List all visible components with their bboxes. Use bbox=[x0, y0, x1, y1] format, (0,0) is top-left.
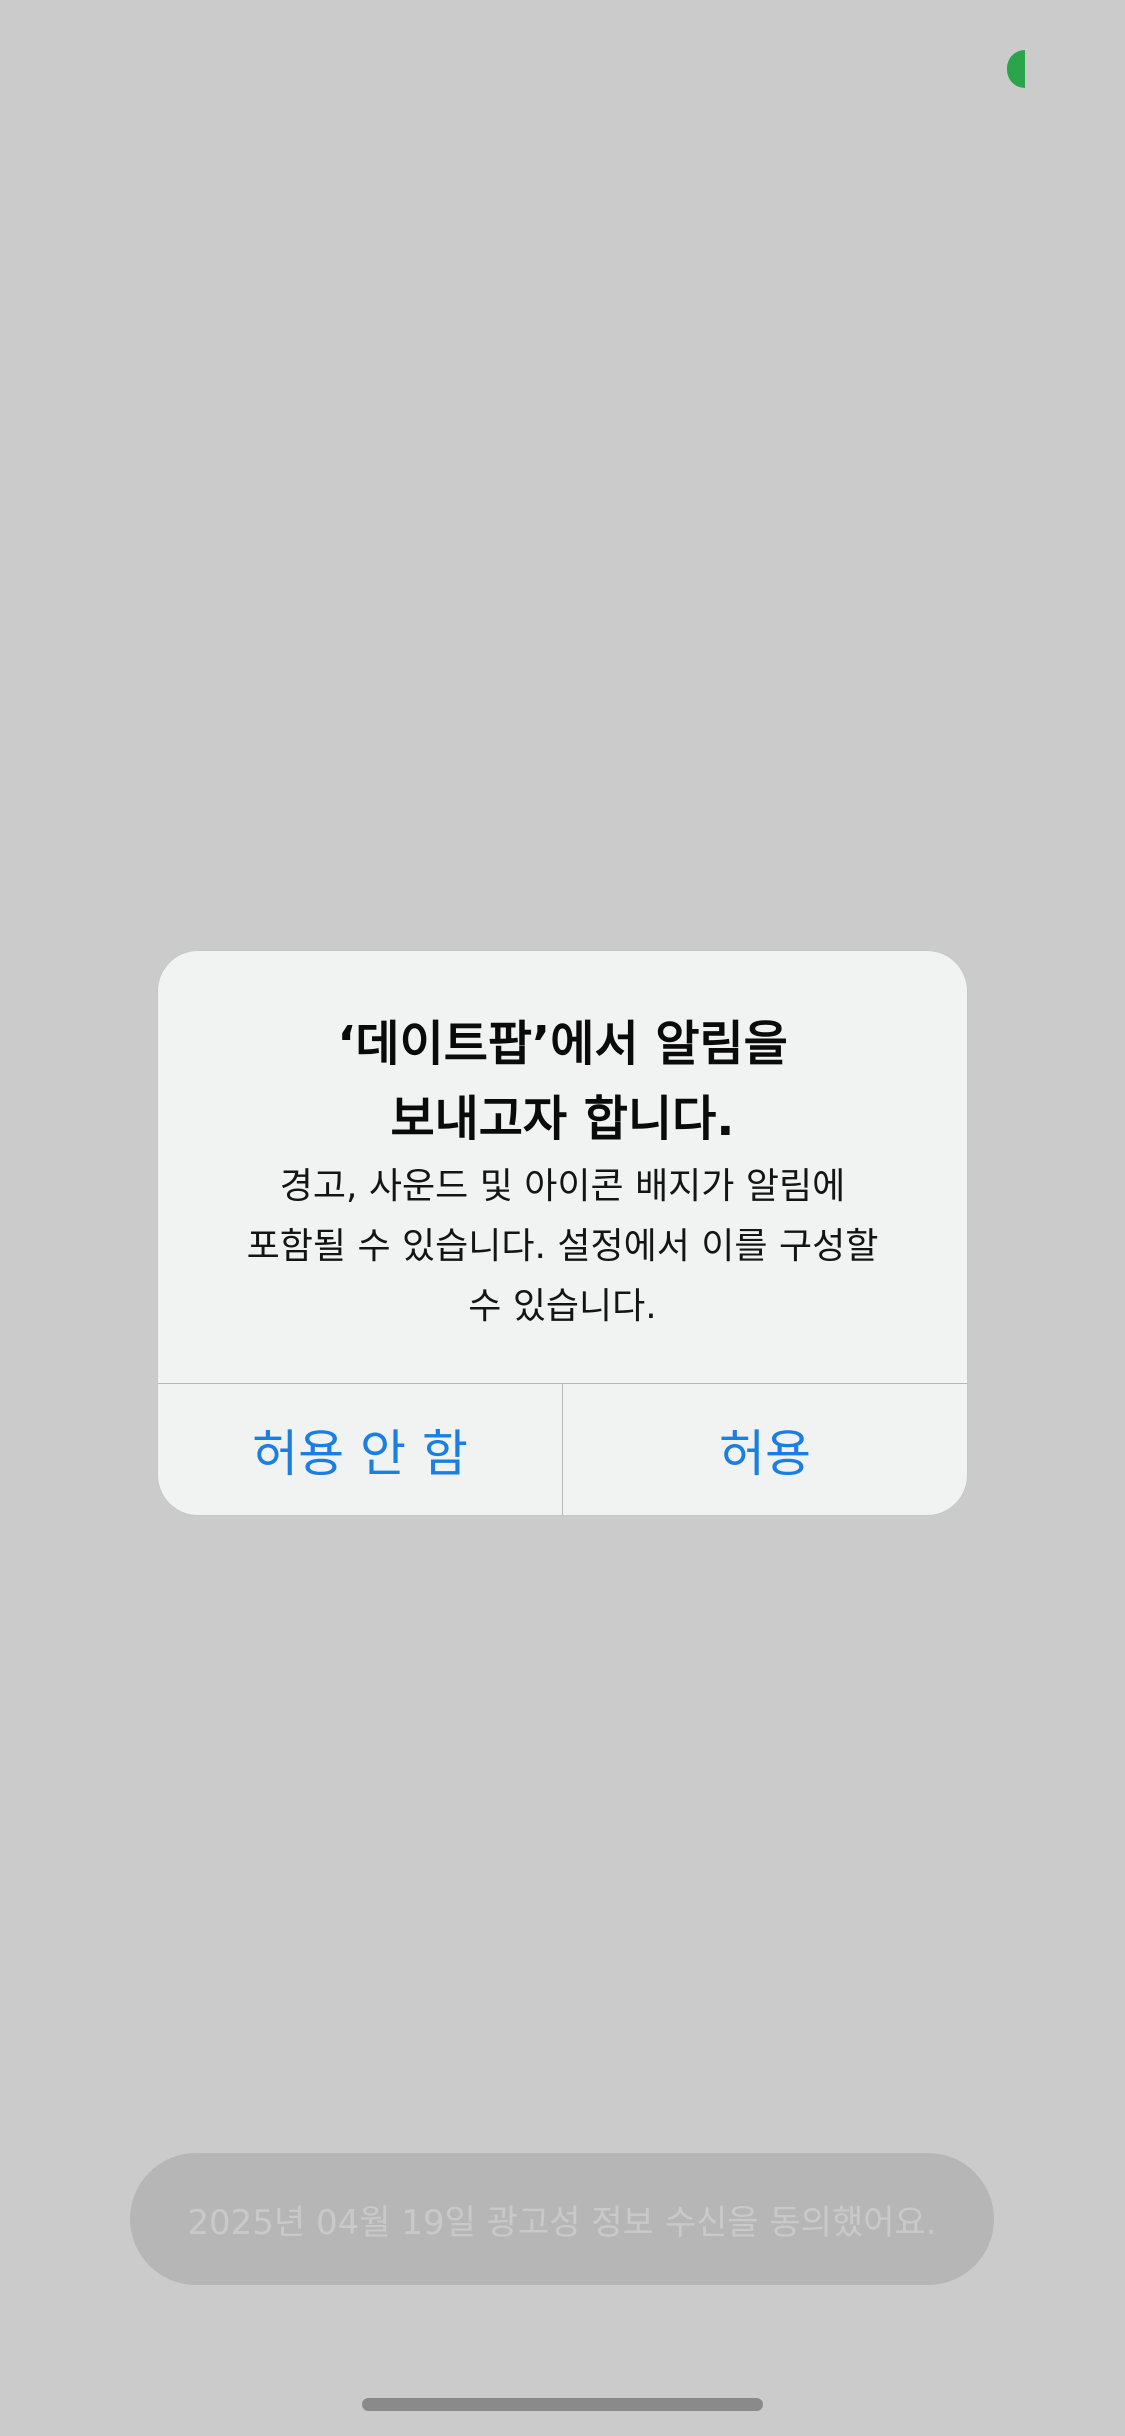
alert-message-line-3: 수 있습니다. bbox=[468, 1286, 657, 1327]
toast-text: 2025년 04월 19일 광고성 정보 수신을 동의했어요. bbox=[187, 2202, 937, 2243]
alert-button-row: 허용 안 함 허용 bbox=[158, 1383, 967, 1515]
alert-title: ‘데이트팝’에서 알림을 보내고자 합니다. bbox=[198, 1007, 927, 1157]
alert-message: 경고, 사운드 및 아이콘 배지가 알림에 포함될 수 있습니다. 설정에서 이… bbox=[218, 1157, 907, 1337]
consent-toast: 2025년 04월 19일 광고성 정보 수신을 동의했어요. bbox=[130, 2153, 994, 2285]
alert-content: ‘데이트팝’에서 알림을 보내고자 합니다. 경고, 사운드 및 아이콘 배지가… bbox=[158, 951, 967, 1383]
allow-button[interactable]: 허용 bbox=[562, 1384, 967, 1515]
home-indicator[interactable] bbox=[362, 2398, 763, 2411]
alert-title-line-1: ‘데이트팝’에서 알림을 bbox=[337, 1016, 788, 1072]
notification-permission-alert: ‘데이트팝’에서 알림을 보내고자 합니다. 경고, 사운드 및 아이콘 배지가… bbox=[158, 951, 967, 1515]
alert-message-line-1: 경고, 사운드 및 아이콘 배지가 알림에 bbox=[279, 1166, 846, 1207]
status-indicator-icon bbox=[1007, 50, 1025, 88]
alert-title-line-2: 보내고자 합니다. bbox=[390, 1091, 735, 1147]
deny-button[interactable]: 허용 안 함 bbox=[158, 1384, 562, 1515]
alert-message-line-2: 포함될 수 있습니다. 설정에서 이를 구성할 bbox=[246, 1226, 879, 1267]
